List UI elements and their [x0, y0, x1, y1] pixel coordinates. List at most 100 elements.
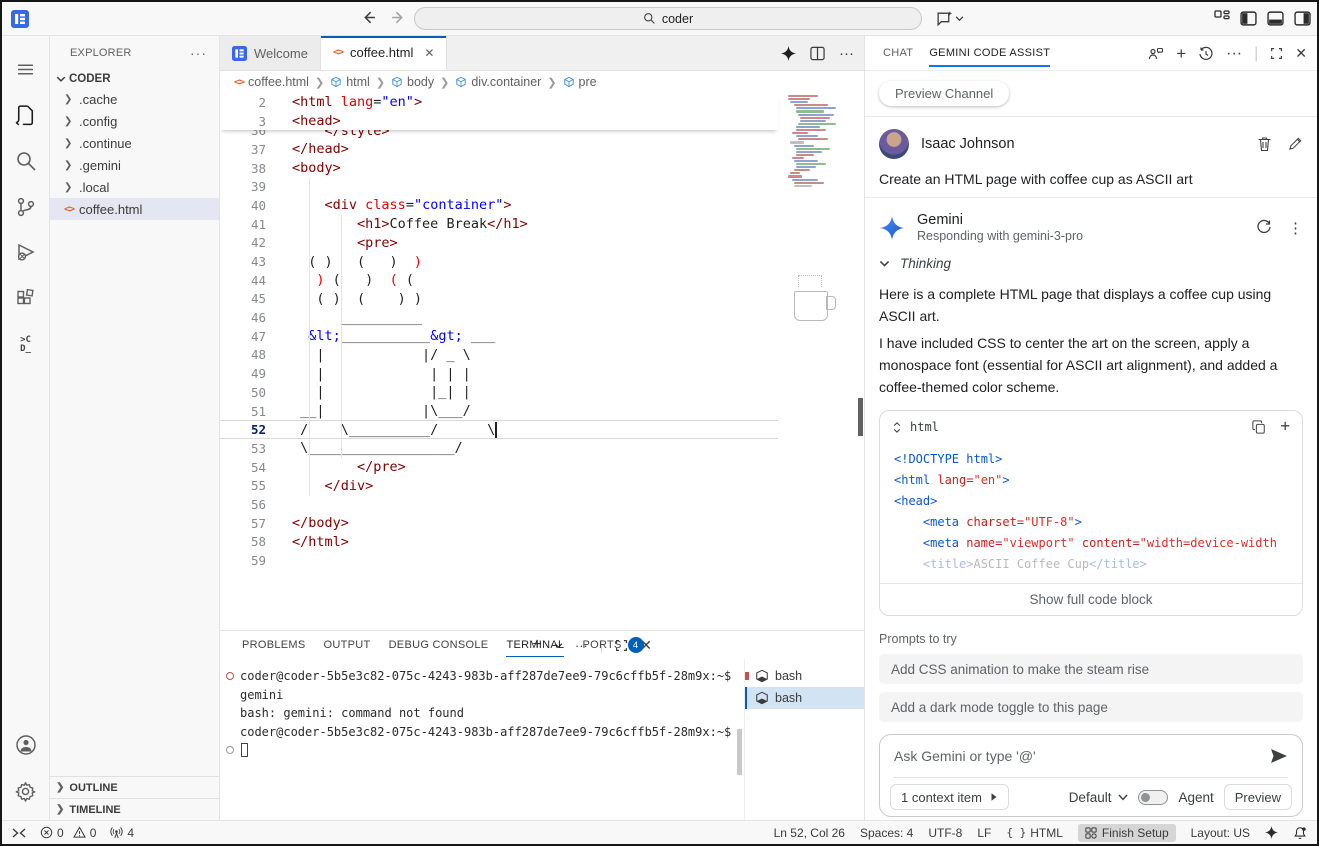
account-icon[interactable]: [3, 722, 49, 768]
settings-gear-icon[interactable]: [3, 768, 49, 814]
forward-button[interactable]: [390, 9, 408, 27]
insert-code-icon[interactable]: +: [1280, 420, 1290, 434]
workspace-root[interactable]: CODER: [50, 70, 219, 88]
problems-indicator[interactable]: 0 0: [40, 826, 96, 840]
ports-indicator[interactable]: 4: [110, 826, 134, 840]
code-line-51: 51 __| |\___/: [220, 402, 778, 421]
line-number: 44: [220, 273, 266, 288]
send-icon[interactable]: [1270, 748, 1288, 764]
chat-more-icon[interactable]: ···: [1226, 45, 1242, 63]
status-html[interactable]: { }HTML: [1006, 826, 1063, 840]
model-selector[interactable]: Default: [1069, 790, 1129, 805]
breadcrumb-item-body[interactable]: body: [391, 75, 434, 89]
prompt-suggestion-1[interactable]: Add a dark mode toggle to this page: [879, 692, 1303, 722]
chat-input[interactable]: Ask Gemini or type '@': [894, 748, 1036, 764]
tree-item-coffee.html[interactable]: <>coffee.html: [50, 198, 219, 220]
panel-tab-debug-console[interactable]: DEBUG CONSOLE: [389, 631, 489, 659]
breadcrumb-item-coffee-html[interactable]: <>coffee.html: [234, 75, 309, 89]
tree-item-.local[interactable]: ❯.local: [50, 176, 219, 198]
sparkle-icon[interactable]: [1265, 826, 1278, 839]
customize-layout-button[interactable]: [1214, 10, 1230, 26]
back-button[interactable]: [360, 9, 378, 27]
menu-icon[interactable]: [3, 46, 49, 92]
status-spaces-4[interactable]: Spaces: 4: [860, 826, 913, 840]
code-editor[interactable]: 36 </style>37</head>38<body>3940 <div cl…: [220, 93, 864, 630]
sidebar-section-outline[interactable]: ❯OUTLINE: [50, 776, 219, 798]
tab-coffee-html[interactable]: <>coffee.html✕: [321, 36, 447, 70]
status-finish-setup[interactable]: Finish Setup: [1078, 824, 1176, 842]
tree-item-.gemini[interactable]: ❯.gemini: [50, 154, 219, 176]
panel-tab-ports[interactable]: PORTS4: [582, 631, 643, 659]
source-control-icon[interactable]: [3, 184, 49, 230]
thinking-toggle[interactable]: Thinking: [879, 256, 1303, 271]
line-content: / \__________/ \: [266, 422, 495, 438]
panel-tab-output[interactable]: OUTPUT: [324, 631, 371, 659]
prompt-suggestion-0[interactable]: Add CSS animation to make the steam rise: [879, 654, 1303, 684]
editor-scrollbar[interactable]: [858, 398, 863, 436]
status-utf-8[interactable]: UTF-8: [928, 826, 962, 840]
context-items-button[interactable]: 1 context item: [890, 784, 1009, 810]
toggle-primary-sidebar-button[interactable]: [1240, 11, 1257, 26]
chevron-right-icon: ❯: [56, 782, 64, 793]
panel-tab-terminal[interactable]: TERMINAL: [506, 631, 564, 659]
toggle-chat-button[interactable]: [936, 10, 964, 27]
symbol-icon: [563, 76, 575, 88]
terminal-text: coder@coder-5b5e3c82-075c-4243-983b-aff2…: [240, 725, 731, 739]
tree-item-.config[interactable]: ❯.config: [50, 110, 219, 132]
status-lf[interactable]: LF: [977, 826, 991, 840]
toggle-secondary-sidebar-button[interactable]: [1294, 11, 1311, 26]
code-line-47: 47 &lt;___________&gt; ___: [220, 327, 778, 346]
explorer-more-icon[interactable]: ···: [190, 45, 207, 61]
editor-more-icon[interactable]: ···: [839, 45, 854, 62]
notifications-bell-icon[interactable]: [1293, 826, 1307, 840]
delete-message-icon[interactable]: [1257, 136, 1272, 152]
copy-code-icon[interactable]: [1252, 420, 1266, 434]
gemini-sparkle-icon[interactable]: [781, 46, 796, 61]
breadcrumb-item-html[interactable]: html: [330, 75, 370, 89]
search-icon[interactable]: [3, 138, 49, 184]
breadcrumb-item-div-container[interactable]: div.container: [455, 75, 541, 89]
regenerate-icon[interactable]: [1256, 219, 1272, 237]
feedback-icon[interactable]: [1148, 46, 1164, 62]
tree-item-.continue[interactable]: ❯.continue: [50, 132, 219, 154]
status-layout-us[interactable]: Layout: US: [1191, 826, 1250, 840]
split-editor-icon[interactable]: [810, 46, 825, 61]
status-ln-52-col-26[interactable]: Ln 52, Col 26: [774, 826, 845, 840]
panel-tab-problems[interactable]: PROBLEMS: [242, 631, 306, 659]
chat-close-icon[interactable]: ✕: [1295, 45, 1307, 62]
agent-toggle[interactable]: [1138, 790, 1168, 805]
line-content: <pre>: [266, 235, 398, 251]
new-chat-icon[interactable]: +: [1176, 47, 1186, 61]
remote-indicator[interactable]: [12, 827, 26, 839]
chat-code-line: <head>: [894, 491, 1302, 512]
run-debug-icon[interactable]: [3, 230, 49, 276]
tab-welcome[interactable]: Welcome: [220, 36, 321, 70]
close-tab-icon[interactable]: ✕: [424, 46, 434, 60]
extensions-icon[interactable]: [3, 276, 49, 322]
breadcrumb-separator: ❯: [315, 76, 324, 89]
terminal-instance-1[interactable]: bash: [745, 687, 864, 709]
history-icon[interactable]: [1198, 46, 1214, 62]
minimap[interactable]: [784, 95, 856, 630]
line-number: 53: [220, 441, 266, 456]
edit-message-icon[interactable]: [1288, 136, 1303, 152]
chat-maximize-icon[interactable]: [1270, 47, 1283, 60]
preview-button[interactable]: Preview: [1224, 784, 1292, 810]
breadcrumb-item-pre[interactable]: pre: [563, 75, 597, 89]
message-more-icon[interactable]: ⋮: [1288, 219, 1303, 237]
line-content: <body>: [266, 160, 341, 176]
explorer-icon[interactable]: [3, 92, 49, 138]
show-full-code-button[interactable]: Show full code block: [880, 583, 1302, 615]
command-search-input[interactable]: coder: [414, 7, 922, 30]
tree-item-.cache[interactable]: ❯.cache: [50, 88, 219, 110]
chat-tab-gemini-code-assist[interactable]: GEMINI CODE ASSIST: [929, 36, 1050, 71]
continue-extension-icon[interactable]: >CD_: [3, 322, 49, 368]
chat-tab-chat[interactable]: CHAT: [883, 36, 913, 71]
sidebar-section-timeline[interactable]: ❯TIMELINE: [50, 798, 219, 820]
expand-code-icon[interactable]: [892, 421, 902, 434]
code-line-37: 37</head>: [220, 140, 778, 159]
terminal-output[interactable]: coder@coder-5b5e3c82-075c-4243-983b-aff2…: [220, 659, 744, 820]
terminal-instance-0[interactable]: bash: [745, 665, 864, 687]
terminal-scrollbar[interactable]: [737, 729, 742, 775]
toggle-panel-button[interactable]: [1267, 11, 1284, 26]
